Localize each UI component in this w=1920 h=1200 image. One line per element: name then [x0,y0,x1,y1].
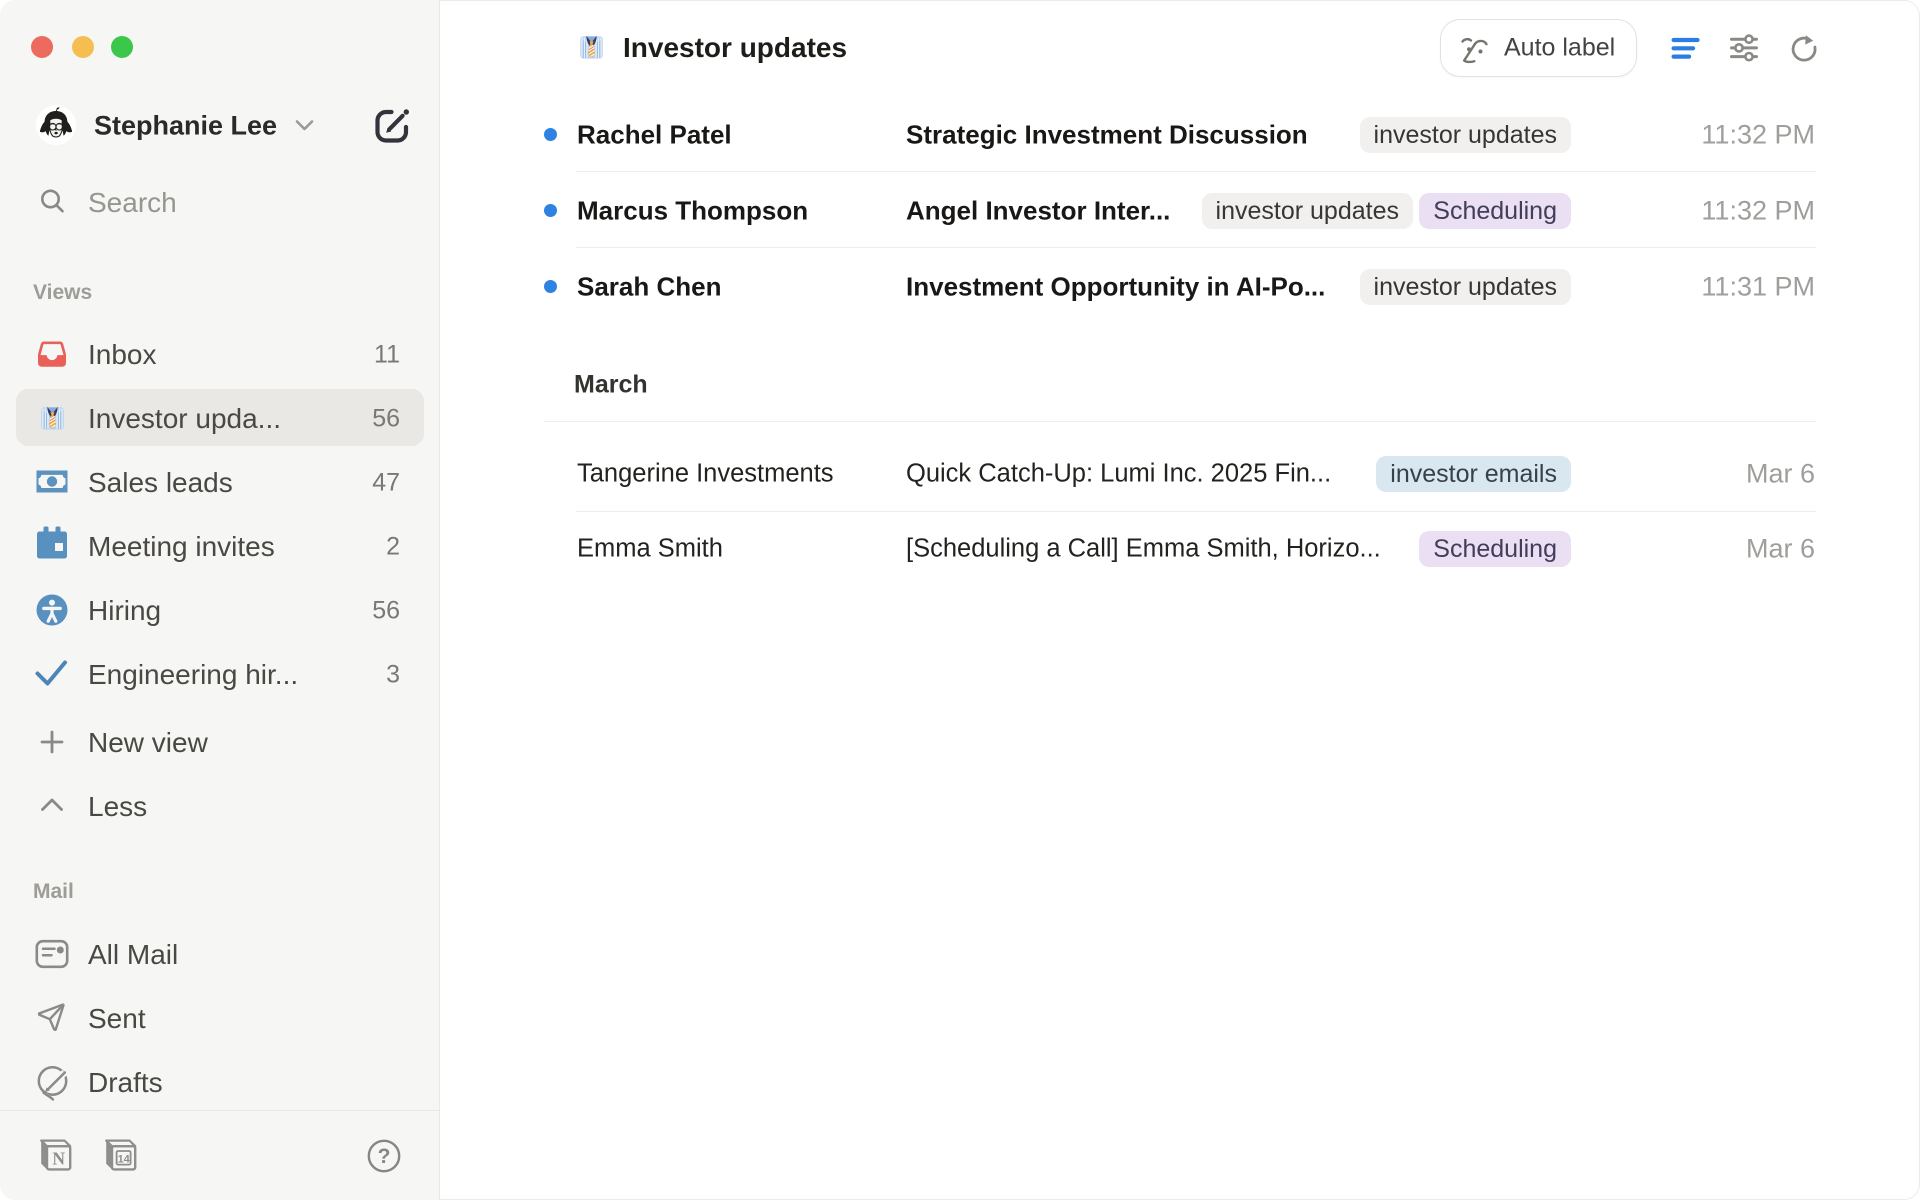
svg-text:N: N [52,1149,65,1169]
svg-text:14: 14 [118,1153,131,1165]
svg-text:?: ? [378,1145,391,1168]
